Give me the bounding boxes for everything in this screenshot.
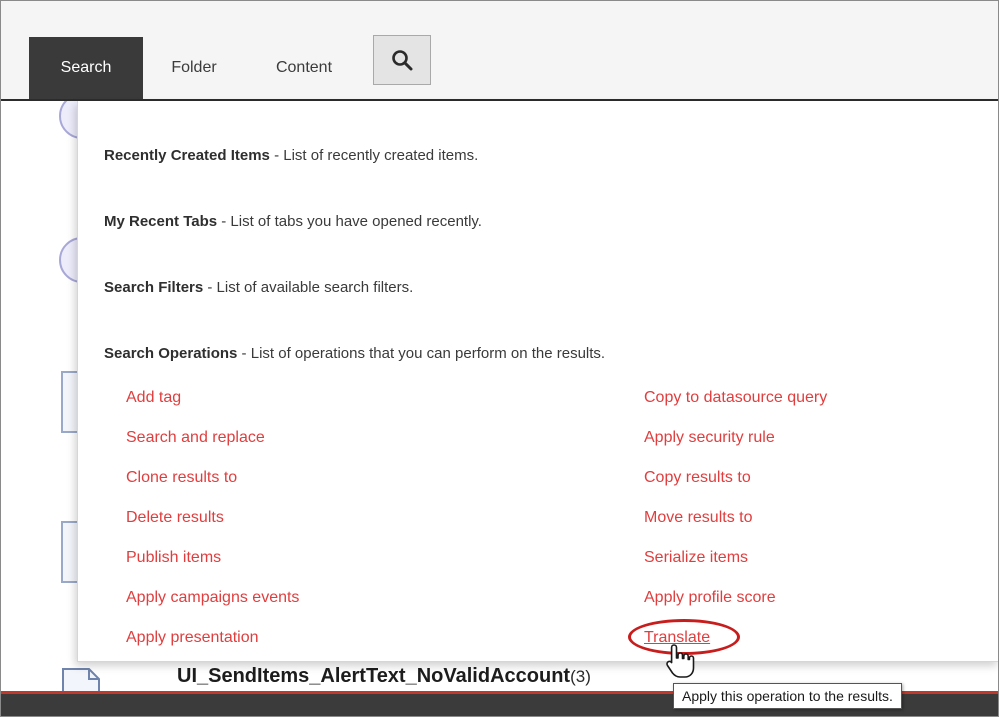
section-description: - List of available search filters. bbox=[203, 279, 414, 296]
operation-apply-profile-score[interactable]: Apply profile score bbox=[644, 589, 776, 607]
section-title: My Recent Tabs bbox=[104, 213, 218, 230]
section-search-filters[interactable]: Search Filters - List of available searc… bbox=[104, 279, 413, 296]
operation-apply-campaigns-events[interactable]: Apply campaigns events bbox=[126, 589, 299, 607]
operation-add-tag[interactable]: Add tag bbox=[126, 389, 181, 407]
operation-apply-presentation[interactable]: Apply presentation bbox=[126, 629, 259, 647]
operation-serialize-items[interactable]: Serialize items bbox=[644, 549, 748, 567]
section-description: - List of tabs you have opened recently. bbox=[217, 213, 482, 230]
operation-delete-results[interactable]: Delete results bbox=[126, 509, 224, 527]
section-title: Search Filters bbox=[104, 279, 204, 296]
section-my-recent-tabs[interactable]: My Recent Tabs - List of tabs you have o… bbox=[104, 213, 482, 230]
operation-tooltip: Apply this operation to the results. bbox=[673, 683, 902, 709]
search-button[interactable] bbox=[373, 35, 431, 85]
section-recently-created-items[interactable]: Recently Created Items - List of recentl… bbox=[104, 147, 478, 164]
top-tab-bar: Search Folder Content bbox=[1, 1, 998, 101]
operation-copy-results-to[interactable]: Copy results to bbox=[644, 469, 751, 487]
hand-pointer-cursor-icon bbox=[666, 644, 695, 678]
section-title: Recently Created Items bbox=[104, 147, 270, 164]
operation-apply-security-rule[interactable]: Apply security rule bbox=[644, 429, 775, 447]
operation-copy-to-datasource-query[interactable]: Copy to datasource query bbox=[644, 389, 827, 407]
search-dropdown-panel: Recently Created Items - List of recentl… bbox=[77, 101, 998, 662]
tab-search[interactable]: Search bbox=[29, 37, 143, 99]
search-icon bbox=[392, 50, 413, 71]
section-description: - List of recently created items. bbox=[269, 147, 479, 164]
section-search-operations[interactable]: Search Operations - List of operations t… bbox=[104, 345, 605, 362]
result-item-label: UI_SendItems_AlertText_NoValidAccount(3) bbox=[177, 665, 591, 687]
section-description: - List of operations that you can perfor… bbox=[237, 345, 606, 362]
tab-content[interactable]: Content bbox=[245, 37, 363, 99]
application-window: UI_SendItems_AlertText_NoValidAccount(3)… bbox=[0, 0, 999, 717]
tab-folder[interactable]: Folder bbox=[143, 37, 245, 99]
operation-search-and-replace[interactable]: Search and replace bbox=[126, 429, 265, 447]
operation-move-results-to[interactable]: Move results to bbox=[644, 509, 752, 527]
operation-clone-results-to[interactable]: Clone results to bbox=[126, 469, 237, 487]
section-title: Search Operations bbox=[104, 345, 238, 362]
operation-publish-items[interactable]: Publish items bbox=[126, 549, 221, 567]
